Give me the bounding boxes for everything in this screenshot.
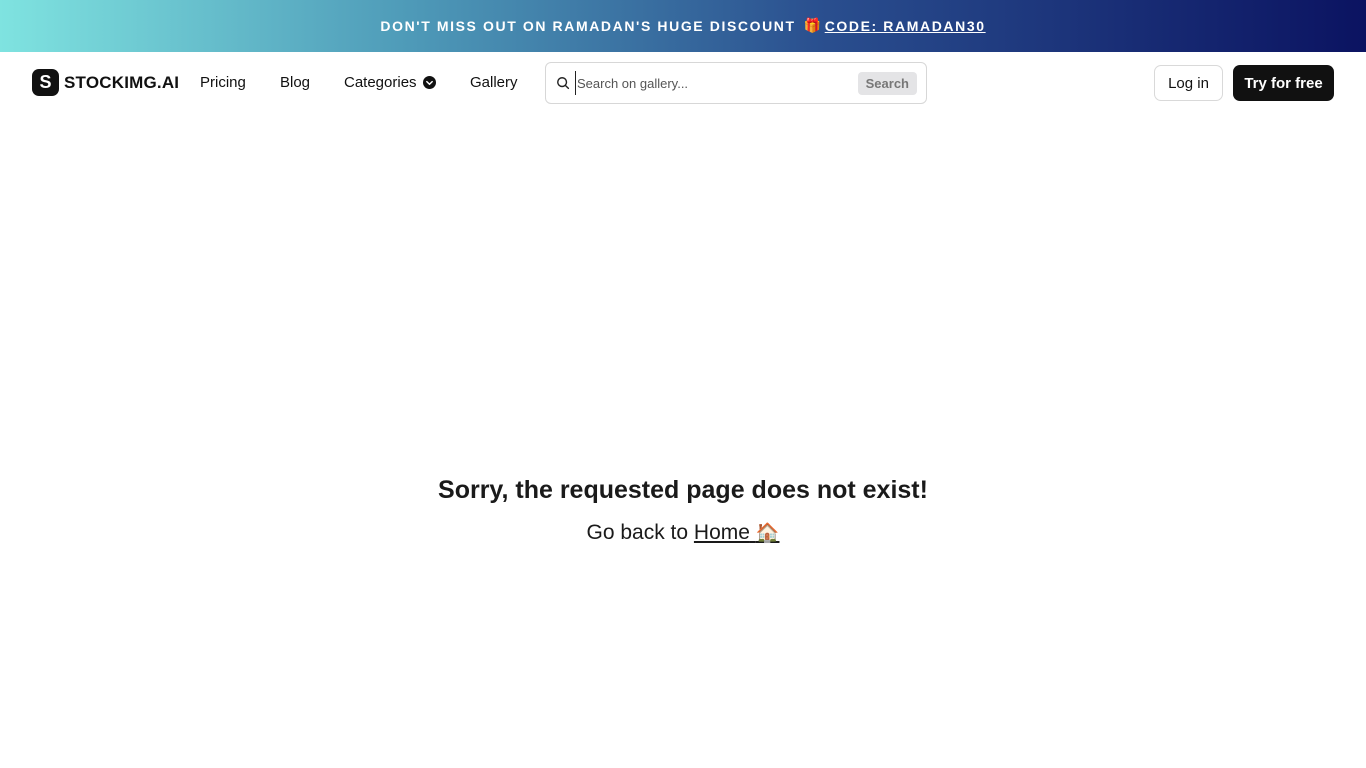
categories-label: Categories	[344, 74, 417, 91]
home-link-label: Home	[693, 521, 750, 544]
top-nav: S STOCKIMG.AI Pricing Blog Categories Ga…	[0, 52, 1366, 114]
login-button[interactable]: Log in	[1154, 65, 1223, 101]
go-back-line: Go back to Home 🏠	[0, 521, 1366, 545]
logo-icon: S	[32, 69, 59, 96]
chevron-down-icon	[422, 76, 436, 89]
error-section: Sorry, the requested page does not exist…	[0, 476, 1366, 545]
house-icon: 🏠	[755, 522, 780, 544]
gallery-search: Search	[545, 62, 927, 104]
search-button[interactable]: Search	[857, 72, 917, 95]
go-back-prefix: Go back to	[586, 521, 689, 544]
nav-link-pricing[interactable]: Pricing	[200, 74, 246, 91]
error-title: Sorry, the requested page does not exist…	[438, 476, 928, 504]
try-for-free-button[interactable]: Try for free	[1233, 65, 1334, 101]
gift-icon: 🎁	[803, 18, 823, 34]
promo-code-link[interactable]: CODE: RAMADAN30	[825, 18, 986, 34]
search-icon	[557, 77, 570, 90]
promo-text: DON'T MISS OUT ON RAMADAN'S HUGE DISCOUN…	[380, 18, 796, 34]
search-input[interactable]	[575, 71, 857, 95]
nav-dropdown-categories[interactable]: Categories	[344, 74, 436, 91]
logo[interactable]: S STOCKIMG.AI	[32, 69, 179, 96]
promo-banner: DON'T MISS OUT ON RAMADAN'S HUGE DISCOUN…	[0, 0, 1366, 52]
logo-text: STOCKIMG.AI	[64, 72, 180, 92]
nav-link-gallery[interactable]: Gallery	[470, 74, 518, 91]
nav-link-blog[interactable]: Blog	[280, 74, 310, 91]
home-link[interactable]: Home 🏠	[694, 521, 780, 544]
